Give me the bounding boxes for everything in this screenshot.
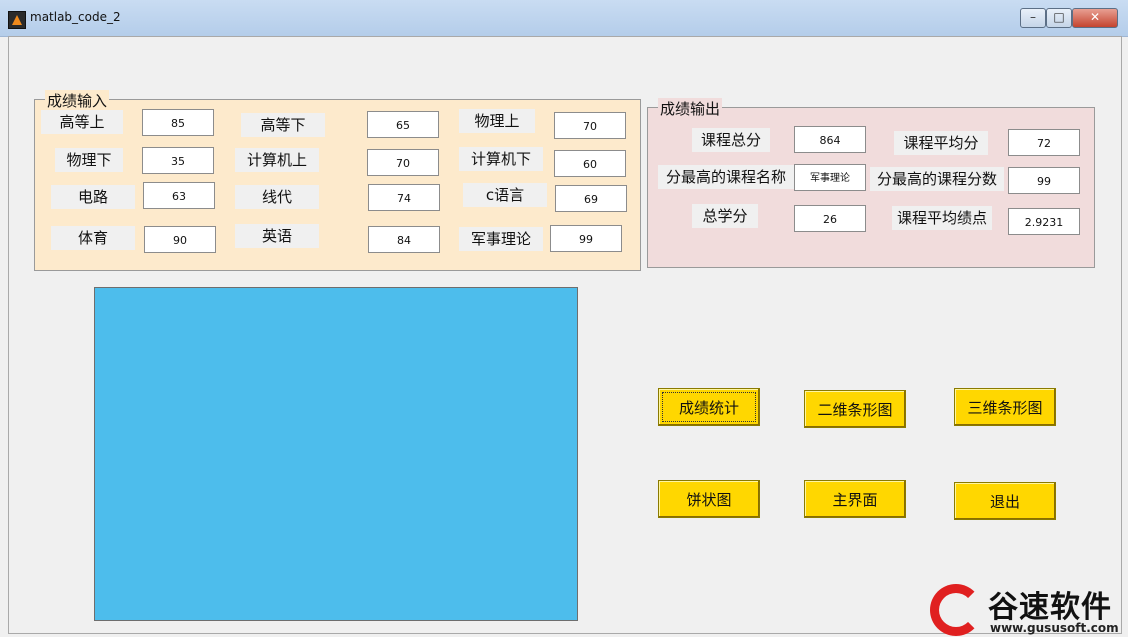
label-average-score: 课程平均分 bbox=[894, 131, 988, 155]
input-gaodeng-xia[interactable]: 65 bbox=[367, 111, 439, 138]
output-average-score[interactable]: 72 bbox=[1008, 129, 1080, 156]
main-interface-button[interactable]: 主界面 bbox=[804, 480, 906, 518]
label-average-gpa: 课程平均绩点 bbox=[892, 206, 992, 230]
watermark: 谷速软件 www.gususoft.com bbox=[928, 580, 1128, 637]
label-top-course-name: 分最高的课程名称 bbox=[658, 165, 794, 189]
maximize-button[interactable]: □ bbox=[1046, 8, 1072, 28]
label-total-score: 课程总分 bbox=[692, 128, 770, 152]
input-panel: 成绩输入 高等上 85 高等下 65 物理上 70 物理下 35 计算机上 70… bbox=[34, 90, 641, 271]
label-yingyu: 英语 bbox=[235, 224, 319, 248]
label-junshi-lilun: 军事理论 bbox=[459, 227, 543, 251]
input-dianlu[interactable]: 63 bbox=[143, 182, 215, 209]
label-total-credits: 总学分 bbox=[692, 204, 758, 228]
input-junshi-lilun[interactable]: 99 bbox=[550, 225, 622, 252]
close-button[interactable]: ✕ bbox=[1072, 8, 1118, 28]
gususoft-logo-icon bbox=[930, 584, 982, 636]
window-title: matlab_code_2 bbox=[30, 10, 121, 24]
label-tiyu: 体育 bbox=[51, 226, 135, 250]
label-jisuanji-shang: 计算机上 bbox=[235, 148, 319, 172]
output-top-course-score[interactable]: 99 bbox=[1008, 167, 1080, 194]
label-gaodeng-xia: 高等下 bbox=[241, 113, 325, 137]
input-jisuanji-xia[interactable]: 60 bbox=[554, 150, 626, 177]
input-jisuanji-shang[interactable]: 70 bbox=[367, 149, 439, 176]
grade-statistics-button[interactable]: 成绩统计 bbox=[658, 388, 760, 426]
label-dianlu: 电路 bbox=[51, 185, 135, 209]
input-wuli-xia[interactable]: 35 bbox=[142, 147, 214, 174]
output-total-credits[interactable]: 26 bbox=[794, 205, 866, 232]
output-panel-title: 成绩输出 bbox=[658, 98, 723, 119]
label-c-yuyan: c语言 bbox=[463, 183, 547, 207]
minimize-button[interactable]: – bbox=[1020, 8, 1046, 28]
input-wuli-shang[interactable]: 70 bbox=[554, 112, 626, 139]
input-panel-title: 成绩输入 bbox=[45, 90, 110, 111]
output-panel: 成绩输出 课程总分 864 课程平均分 72 分最高的课程名称 军事理论 分最高… bbox=[647, 98, 1095, 268]
watermark-url: www.gususoft.com bbox=[990, 621, 1119, 635]
bar-chart-3d-button[interactable]: 三维条形图 bbox=[954, 388, 1056, 426]
label-gaodeng-shang: 高等上 bbox=[41, 110, 123, 134]
exit-button[interactable]: 退出 bbox=[954, 482, 1056, 520]
label-top-course-score: 分最高的课程分数 bbox=[870, 167, 1004, 191]
pie-chart-button[interactable]: 饼状图 bbox=[658, 480, 760, 518]
input-c-yuyan[interactable]: 69 bbox=[555, 185, 627, 212]
matlab-icon bbox=[8, 11, 26, 29]
label-wuli-shang: 物理上 bbox=[459, 109, 535, 133]
label-wuli-xia: 物理下 bbox=[55, 148, 123, 172]
input-tiyu[interactable]: 90 bbox=[144, 226, 216, 253]
title-bar[interactable]: matlab_code_2 – □ ✕ bbox=[0, 0, 1128, 37]
output-top-course-name[interactable]: 军事理论 bbox=[794, 164, 866, 191]
output-average-gpa[interactable]: 2.9231 bbox=[1008, 208, 1080, 235]
label-jisuanji-xia: 计算机下 bbox=[459, 147, 543, 171]
input-gaodeng-shang[interactable]: 85 bbox=[142, 109, 214, 136]
label-xiandai: 线代 bbox=[235, 185, 319, 209]
plot-axes bbox=[94, 287, 578, 621]
watermark-name: 谷速软件 bbox=[988, 590, 1112, 625]
figure-client-area: 成绩输入 高等上 85 高等下 65 物理上 70 物理下 35 计算机上 70… bbox=[8, 36, 1122, 634]
input-xiandai[interactable]: 74 bbox=[368, 184, 440, 211]
bar-chart-2d-button[interactable]: 二维条形图 bbox=[804, 390, 906, 428]
output-total-score[interactable]: 864 bbox=[794, 126, 866, 153]
input-yingyu[interactable]: 84 bbox=[368, 226, 440, 253]
